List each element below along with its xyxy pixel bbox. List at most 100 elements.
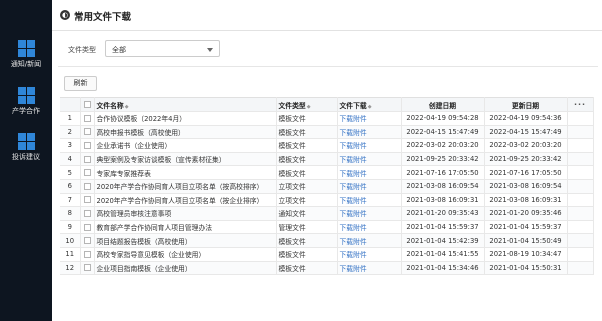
- row-extra-cell: [567, 220, 594, 235]
- table-row: 2 高校申报书模板（高校使用） 模板文件 下载附件 2022-04-15 15:47:4…: [60, 125, 594, 140]
- globe-icon: ◐: [60, 10, 70, 20]
- updated-date: 2021-08-19 10:34:47: [484, 247, 568, 262]
- header-name-label: 文件名称: [96, 101, 124, 110]
- download-link[interactable]: 下载附件: [337, 179, 402, 194]
- table-row: 6 2020年产学合作协同育人项目立项名单（按高校排序） 立项文件 下载附件 2021-…: [60, 179, 594, 194]
- row-checkbox[interactable]: [83, 141, 91, 149]
- header-index: [60, 97, 81, 112]
- file-name: 高校管理员审核注意事项: [94, 206, 277, 221]
- refresh-button[interactable]: 刷新: [64, 76, 97, 91]
- created-date: 2021-01-04 15:34:46: [401, 261, 485, 276]
- table-row: 7 2020年产学合作协同育人项目立项名单（按企业排序） 立项文件 下载附件 2021-…: [60, 193, 594, 208]
- download-link[interactable]: 下载附件: [337, 193, 402, 208]
- download-link[interactable]: 下载附件: [337, 206, 402, 221]
- row-index: 7: [60, 193, 81, 208]
- row-index: 9: [60, 220, 81, 235]
- updated-date: 2022-04-19 09:54:36: [484, 111, 568, 126]
- sidebar-item-cooperation[interactable]: 产学合作: [0, 87, 52, 116]
- table-row: 10 项目结题报告模板（高校使用） 模板文件 下载附件 2021-01-04 15:42…: [60, 233, 594, 248]
- download-link[interactable]: 下载附件: [337, 125, 402, 140]
- row-extra-cell: [567, 165, 594, 180]
- header-download[interactable]: 文件下载◆: [337, 97, 402, 112]
- header-name[interactable]: 文件名称◆: [94, 97, 277, 112]
- row-extra-cell: [567, 179, 594, 194]
- file-type: 管理文件: [276, 220, 338, 235]
- file-type: 模板文件: [276, 152, 338, 167]
- file-type: 立项文件: [276, 179, 338, 194]
- header-type[interactable]: 文件类型◆: [276, 97, 338, 112]
- updated-date: 2022-03-02 20:03:20: [484, 138, 568, 153]
- created-date: 2021-01-20 09:35:43: [401, 206, 485, 221]
- row-checkbox[interactable]: [83, 223, 91, 231]
- download-link[interactable]: 下载附件: [337, 261, 402, 276]
- sidebar-item-news[interactable]: 通知/新闻: [0, 40, 52, 69]
- table-row: 12 企业项目指南模板（企业使用） 模板文件 下载附件 2021-01-04 15:34…: [60, 261, 594, 276]
- row-index: 6: [60, 179, 81, 194]
- row-checkbox-cell: [80, 206, 95, 221]
- row-index: 3: [60, 138, 81, 153]
- file-type: 模板文件: [276, 233, 338, 248]
- select-all-checkbox[interactable]: [83, 101, 91, 108]
- row-checkbox[interactable]: [83, 182, 91, 190]
- download-link[interactable]: 下载附件: [337, 152, 402, 167]
- file-type-select[interactable]: 全部: [105, 40, 220, 57]
- table-body: 1 合作协议模板（2022年4月） 模板文件 下载附件 2022-04-19 09:54…: [60, 111, 594, 276]
- row-checkbox[interactable]: [83, 196, 91, 204]
- updated-date: 2021-03-08 16:09:31: [484, 193, 568, 208]
- sort-icon: ◆: [367, 103, 372, 110]
- file-name: 2020年产学合作协同育人项目立项名单（按企业排序）: [94, 193, 277, 208]
- download-link[interactable]: 下载附件: [337, 111, 402, 126]
- page-header: ◐ 常用文件下载: [52, 0, 602, 31]
- file-name: 项目结题报告模板（高校使用）: [94, 233, 277, 248]
- row-checkbox-cell: [80, 111, 95, 126]
- file-name: 合作协议模板（2022年4月）: [94, 111, 277, 126]
- file-type: 模板文件: [276, 111, 338, 126]
- row-checkbox[interactable]: [83, 169, 91, 177]
- file-table: 文件名称◆ 文件类型◆ 文件下载◆ 创建日期 更新日期 ··· 1 合作协议模板（…: [60, 97, 594, 276]
- sort-icon: ◆: [306, 103, 311, 110]
- created-date: 2021-01-04 15:42:39: [401, 233, 485, 248]
- file-name: 2020年产学合作协同育人项目立项名单（按高校排序）: [94, 179, 277, 194]
- row-checkbox[interactable]: [83, 264, 91, 272]
- sidebar-item-complaints[interactable]: 投诉建议: [0, 133, 52, 162]
- created-date: 2021-09-25 20:33:42: [401, 152, 485, 167]
- row-extra-cell: [567, 111, 594, 126]
- file-name: 典型案例及专家访谈模板（宣传素材征集）: [94, 152, 277, 167]
- header-updated[interactable]: 更新日期: [484, 97, 568, 112]
- table-row: 5 专家库专家推荐表 模板文件 下载附件 2021-07-16 17:05:50 2021…: [60, 165, 594, 180]
- created-date: 2021-01-04 15:59:37: [401, 220, 485, 235]
- updated-date: 2021-01-20 09:35:46: [484, 206, 568, 221]
- file-name: 企业项目指南模板（企业使用）: [94, 261, 277, 276]
- sidebar: 通知/新闻 产学合作 投诉建议: [0, 0, 52, 321]
- row-index: 11: [60, 247, 81, 262]
- download-link[interactable]: 下载附件: [337, 138, 402, 153]
- row-checkbox[interactable]: [83, 209, 91, 217]
- file-type: 立项文件: [276, 193, 338, 208]
- download-link[interactable]: 下载附件: [337, 165, 402, 180]
- divider: [58, 66, 598, 67]
- row-extra-cell: [567, 233, 594, 248]
- table-row: 4 典型案例及专家访谈模板（宣传素材征集） 模板文件 下载附件 2021-09-25 2…: [60, 152, 594, 167]
- more-columns-icon[interactable]: ···: [567, 97, 594, 112]
- row-checkbox[interactable]: [83, 114, 91, 122]
- download-link[interactable]: 下载附件: [337, 220, 402, 235]
- row-checkbox[interactable]: [83, 155, 91, 163]
- header-checkbox-cell: [80, 97, 95, 112]
- updated-date: 2021-01-04 15:50:31: [484, 261, 568, 276]
- row-extra-cell: [567, 247, 594, 262]
- row-checkbox[interactable]: [83, 250, 91, 258]
- header-type-label: 文件类型: [278, 101, 306, 110]
- file-type: 模板文件: [276, 247, 338, 262]
- row-checkbox-cell: [80, 261, 95, 276]
- row-checkbox[interactable]: [83, 128, 91, 136]
- sidebar-item-label: 通知/新闻: [10, 60, 42, 68]
- download-link[interactable]: 下载附件: [337, 247, 402, 262]
- file-type: 通知文件: [276, 206, 338, 221]
- header-created[interactable]: 创建日期: [401, 97, 485, 112]
- file-type-value: 全部: [112, 46, 126, 54]
- file-type: 模板文件: [276, 165, 338, 180]
- file-name: 专家库专家推荐表: [94, 165, 277, 180]
- file-name: 企业承诺书（企业使用）: [94, 138, 277, 153]
- download-link[interactable]: 下载附件: [337, 233, 402, 248]
- row-checkbox[interactable]: [83, 237, 91, 245]
